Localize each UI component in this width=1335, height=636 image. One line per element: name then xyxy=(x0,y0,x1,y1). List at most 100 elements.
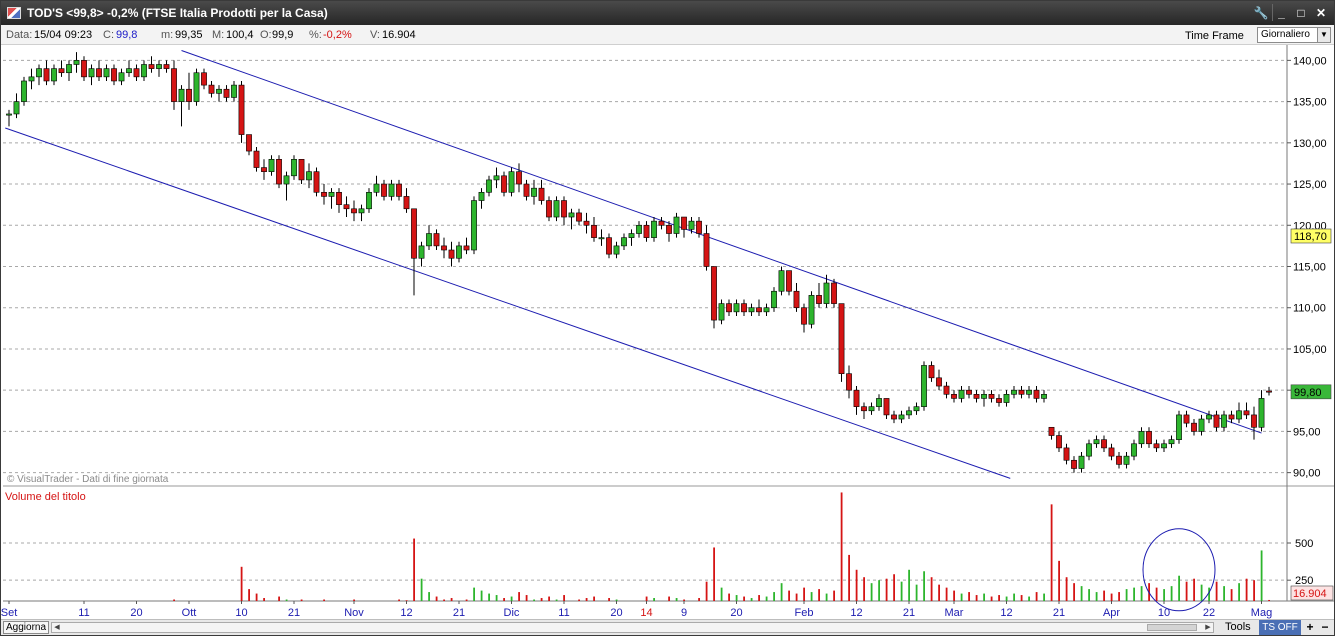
candle-body xyxy=(651,220,657,238)
candle-body xyxy=(666,224,672,234)
watermark-text: © VisualTrader - Dati di fine giornata xyxy=(7,474,169,485)
zoom-in-icon[interactable]: + xyxy=(1303,620,1317,635)
minimize-icon[interactable]: _ xyxy=(1272,4,1290,21)
candle-body xyxy=(1228,414,1235,420)
candle-body xyxy=(913,406,920,412)
volume-bar xyxy=(593,596,595,601)
volume-bar xyxy=(758,595,760,601)
candle-body xyxy=(898,414,905,420)
volume-bar xyxy=(1163,589,1165,601)
candle-body xyxy=(1101,439,1107,449)
refresh-button[interactable]: Aggiorna xyxy=(3,621,49,634)
volume-bar xyxy=(608,598,610,601)
candle-body xyxy=(936,377,942,387)
candle-body xyxy=(88,68,95,78)
title-bar: TOD'S <99,8> -0,2% (FTSE Italia Prodotti… xyxy=(1,1,1334,25)
candle-body xyxy=(628,233,635,238)
price-tick-label: 135,00 xyxy=(1293,97,1327,109)
volume-panel-title: Volume del titolo xyxy=(5,491,86,503)
candle-body xyxy=(966,389,972,395)
candle-body xyxy=(928,365,935,379)
horizontal-scrollbar[interactable]: ◀ ▶ xyxy=(51,622,1214,633)
candle-body xyxy=(478,191,485,201)
zoom-out-icon[interactable]: − xyxy=(1318,620,1332,635)
volume-bar xyxy=(300,599,303,601)
candle-body xyxy=(838,303,845,374)
candle-body xyxy=(1033,389,1040,399)
candle-body xyxy=(388,183,395,197)
candle-body xyxy=(516,171,522,185)
volume-bar xyxy=(1185,581,1188,601)
candle-body xyxy=(6,113,12,116)
candle-body xyxy=(981,394,987,399)
candle-body xyxy=(13,101,20,115)
candle-body xyxy=(1213,414,1220,428)
candle-body xyxy=(178,88,185,102)
volume-bar xyxy=(915,584,918,601)
pct-label: %: xyxy=(309,29,322,41)
scroll-left-icon[interactable]: ◀ xyxy=(52,623,62,632)
candle-body xyxy=(1251,414,1257,428)
volume-bar xyxy=(983,593,985,601)
time-tick-label: 21 xyxy=(1053,607,1065,619)
quote-info-bar: Data: 15/04 09:23 C: 99,8 m: 99,35 M: 10… xyxy=(1,25,1334,45)
close-label: C: xyxy=(103,29,114,41)
data-label: Data: xyxy=(6,29,33,41)
candle-body xyxy=(861,406,867,412)
close-icon[interactable]: ✕ xyxy=(1312,4,1330,21)
volume-bar xyxy=(1095,592,1098,601)
candle-body xyxy=(988,394,995,399)
volume-bar xyxy=(780,583,783,601)
volume-bar xyxy=(938,584,940,601)
volume-bar xyxy=(540,598,543,601)
candle-body xyxy=(1153,443,1160,449)
volume-bar xyxy=(1245,578,1248,601)
time-tick-label: 22 xyxy=(1203,607,1215,619)
candle-body xyxy=(1056,435,1062,449)
candle-body xyxy=(463,245,470,251)
candle-body xyxy=(1078,455,1085,469)
candle-body xyxy=(906,410,912,416)
dropdown-arrow-icon[interactable]: ▼ xyxy=(1317,28,1330,42)
candle-body xyxy=(36,68,42,78)
candle-body xyxy=(1146,431,1152,445)
open-label: O: xyxy=(260,29,272,41)
volume-bar xyxy=(653,598,655,601)
volume-bar xyxy=(420,578,423,601)
volume-bar xyxy=(548,596,550,601)
candle-body xyxy=(396,183,402,197)
volume-bar xyxy=(615,599,618,601)
volume-bar xyxy=(713,547,715,601)
time-tick-label: Mar xyxy=(945,607,964,619)
volume-bar xyxy=(795,593,798,601)
timeframe-select[interactable]: Giornaliero ▼ xyxy=(1257,27,1331,43)
candle-body xyxy=(1011,389,1017,395)
candle-body xyxy=(681,216,687,230)
ts-off-button[interactable]: TS OFF xyxy=(1259,620,1301,635)
candle-body xyxy=(1063,447,1070,461)
price-flag-label: 99,80 xyxy=(1294,387,1322,399)
volume-bar xyxy=(480,590,483,601)
settings-wrench-icon[interactable]: 🔧 xyxy=(1252,4,1270,21)
time-tick-label: 11 xyxy=(558,607,569,619)
scroll-right-icon[interactable]: ▶ xyxy=(1203,623,1213,632)
tools-button[interactable]: Tools xyxy=(1225,621,1251,633)
close-value: 99,8 xyxy=(116,29,138,41)
candle-body xyxy=(193,72,200,102)
candle-body xyxy=(253,150,260,168)
price-volume-chart: 140,00135,00130,00125,00120,00115,00110,… xyxy=(1,45,1334,619)
candle-body xyxy=(366,191,372,210)
candle-body xyxy=(336,191,342,205)
scrollbar-thumb[interactable] xyxy=(1147,624,1197,631)
volume-bar xyxy=(1035,592,1038,601)
volume-bar xyxy=(443,599,445,601)
candle-body xyxy=(201,72,207,86)
timeframe-label: Time Frame xyxy=(1185,30,1244,42)
volume-bar xyxy=(1230,589,1233,601)
volume-bar xyxy=(1260,550,1263,601)
candle-body xyxy=(546,200,552,218)
trend-channel-line xyxy=(181,50,1262,434)
candle-body xyxy=(403,196,410,210)
candle-body xyxy=(1168,439,1175,445)
maximize-icon[interactable]: □ xyxy=(1292,4,1310,21)
